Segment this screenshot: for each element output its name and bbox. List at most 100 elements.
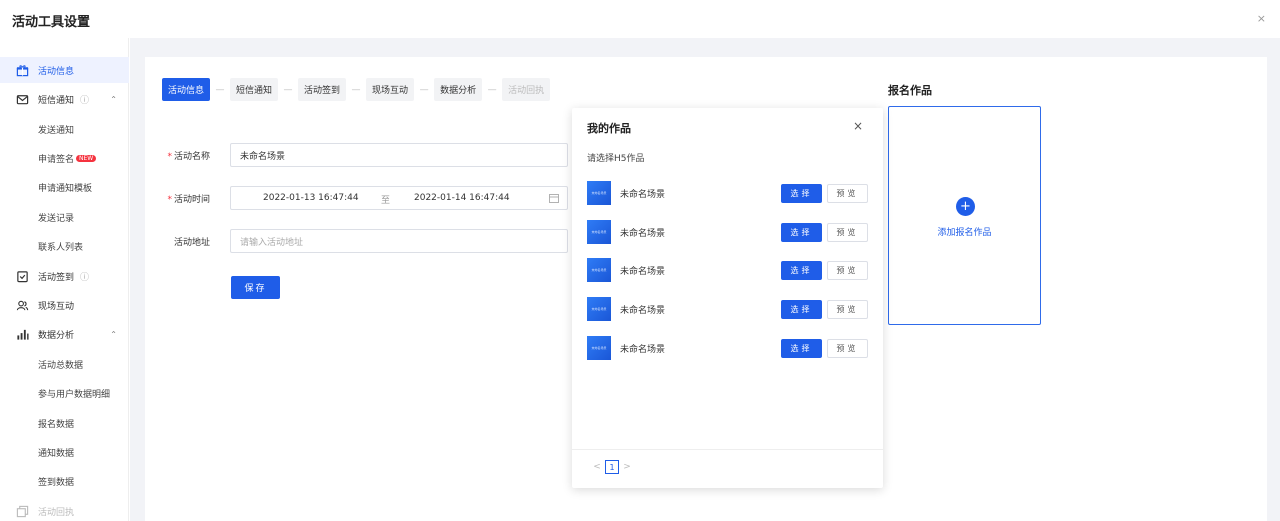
list-item: 未命名场景 未命名场景 选择 预览 [587, 181, 868, 205]
work-name: 未命名场景 [620, 190, 666, 200]
new-badge: NEW [76, 155, 97, 162]
work-name: 未命名场景 [620, 267, 666, 277]
select-button[interactable]: 选择 [781, 300, 822, 319]
work-thumbnail: 未命名场景 [587, 336, 611, 360]
sidebar-subitem-checkin-data[interactable]: 签到数据 [38, 475, 74, 488]
sidebar-subitem-user-detail[interactable]: 参与用户数据明细 [38, 387, 110, 400]
divider [572, 449, 883, 450]
start-date[interactable]: 2022-01-13 16:47:44 [263, 193, 359, 203]
chevron-left-icon[interactable]: < [591, 462, 603, 472]
checklist-icon [15, 269, 29, 283]
tab-data-analysis[interactable]: 数据分析 [434, 78, 483, 101]
chevron-right-icon[interactable]: > [621, 462, 633, 472]
close-icon[interactable]: × [1257, 12, 1266, 25]
step-separator: — [351, 84, 361, 95]
sidebar-subitem-notice-data[interactable]: 通知数据 [38, 446, 74, 459]
step-separator: — [215, 84, 225, 95]
preview-button[interactable]: 预览 [827, 339, 868, 358]
close-icon[interactable]: × [853, 119, 863, 133]
sidebar-subitem-send-records[interactable]: 发送记录 [38, 211, 74, 224]
step-separator: — [283, 84, 293, 95]
sidebar-item-receipt[interactable]: 活动回执 [0, 498, 129, 521]
sidebar-subitem-label: 申请签名 [38, 155, 75, 165]
sidebar-subitem-send-notice[interactable]: 发送通知 [38, 123, 74, 136]
tab-interaction[interactable]: 现场互动 [366, 78, 415, 101]
sidebar-item-data-analysis[interactable]: 数据分析 ⌃ [0, 321, 129, 347]
mail-icon [15, 92, 29, 106]
sidebar-subitem-apply-signature[interactable]: 申请签名 NEW [38, 152, 97, 165]
preview-button[interactable]: 预览 [827, 300, 868, 319]
work-name: 未命名场景 [620, 306, 666, 316]
tab-receipt[interactable]: 活动回执 [502, 78, 551, 101]
users-icon [15, 298, 29, 312]
sidebar-item-checkin[interactable]: 活动签到 ⓘ [0, 263, 129, 289]
list-item: 未命名场景 未命名场景 选择 预览 [587, 336, 868, 360]
tab-checkin[interactable]: 活动签到 [298, 78, 347, 101]
sidebar-subitem-total-data[interactable]: 活动总数据 [38, 358, 83, 371]
work-thumbnail: 未命名场景 [587, 220, 611, 244]
required-mark: * [167, 195, 172, 205]
bar-chart-icon [15, 327, 29, 341]
end-date[interactable]: 2022-01-14 16:47:44 [414, 193, 510, 203]
sidebar-item-label: 现场互动 [38, 301, 75, 312]
chevron-up-icon[interactable]: ⌃ [110, 95, 117, 104]
thumbnail-text: 未命名场景 [591, 268, 607, 272]
preview-button[interactable]: 预览 [827, 223, 868, 242]
required-mark: * [167, 152, 172, 162]
sidebar-subitem-apply-template[interactable]: 申请通知模板 [38, 181, 92, 194]
thumbnail-text: 未命名场景 [591, 307, 607, 311]
sidebar-item-label: 活动信息 [38, 66, 75, 77]
calendar-icon [549, 194, 559, 203]
sidebar-item-label: 数据分析 [38, 330, 75, 341]
sidebar-subitem-registration-data[interactable]: 报名数据 [38, 417, 74, 430]
activity-name-input[interactable]: 未命名场景 [230, 143, 568, 167]
select-button[interactable]: 选择 [781, 184, 822, 203]
step-separator: — [419, 84, 429, 95]
sidebar-item-activity-info[interactable]: 活动信息 [0, 57, 129, 83]
page-number[interactable]: 1 [605, 460, 619, 474]
list-item: 未命名场景 未命名场景 选择 预览 [587, 258, 868, 282]
add-registration-work-card[interactable]: + 添加报名作品 [888, 106, 1041, 325]
thumbnail-text: 未命名场景 [591, 191, 607, 195]
chevron-up-icon[interactable]: ⌃ [110, 330, 117, 339]
activity-address-input[interactable]: 请输入活动地址 [230, 229, 568, 253]
save-button[interactable]: 保存 [231, 276, 280, 299]
page-title: 活动工具设置 [12, 15, 91, 30]
preview-button[interactable]: 预览 [827, 261, 868, 280]
popover-subtitle: 请选择H5作品 [587, 154, 645, 164]
thumbnail-text: 未命名场景 [591, 230, 607, 234]
activity-address-label: 活动地址 [173, 238, 210, 248]
activity-name-label: * 活动名称 [158, 149, 210, 162]
sidebar: 活动信息 短信通知 ⓘ ⌃ 发送通知 申请签名 NEW 申请通知模板 发送记录 联… [0, 38, 129, 521]
select-button[interactable]: 选择 [781, 223, 822, 242]
registration-title: 报名作品 [888, 84, 932, 97]
select-button[interactable]: 选择 [781, 261, 822, 280]
range-separator: 至 [381, 196, 391, 206]
activity-time-label: * 活动时间 [158, 192, 210, 205]
my-works-popover: 我的作品 × 请选择H5作品 未命名场景 未命名场景 选择 预览 未命名场景 未… [572, 108, 883, 488]
list-item: 未命名场景 未命名场景 选择 预览 [587, 297, 868, 321]
sidebar-subitem-contacts[interactable]: 联系人列表 [38, 240, 83, 253]
header: 活动工具设置 × [0, 0, 1280, 38]
sidebar-item-interaction[interactable]: 现场互动 [0, 292, 129, 318]
select-button[interactable]: 选择 [781, 339, 822, 358]
popover-title: 我的作品 [587, 122, 631, 135]
list-item: 未命名场景 未命名场景 选择 预览 [587, 220, 868, 244]
plus-icon: + [956, 197, 975, 216]
sidebar-item-sms[interactable]: 短信通知 ⓘ ⌃ [0, 86, 129, 112]
work-thumbnail: 未命名场景 [587, 181, 611, 205]
step-bar: 活动信息 — 短信通知 — 活动签到 — 现场互动 — 数据分析 — 活动回执 [162, 78, 551, 101]
sidebar-item-label: 活动签到 [38, 272, 75, 283]
preview-button[interactable]: 预览 [827, 184, 868, 203]
work-thumbnail: 未命名场景 [587, 297, 611, 321]
label-text: 活动时间 [173, 195, 210, 205]
activity-time-range-picker[interactable]: 2022-01-13 16:47:44 至 2022-01-14 16:47:4… [230, 186, 568, 210]
pagination: < 1 > [591, 460, 633, 474]
sidebar-item-label: 活动回执 [38, 507, 75, 518]
tab-sms[interactable]: 短信通知 [230, 78, 279, 101]
gift-icon [15, 63, 29, 77]
tab-activity-info[interactable]: 活动信息 [162, 78, 211, 101]
help-icon[interactable]: ⓘ [80, 270, 89, 283]
copy-icon [15, 504, 29, 518]
help-icon[interactable]: ⓘ [80, 93, 89, 106]
